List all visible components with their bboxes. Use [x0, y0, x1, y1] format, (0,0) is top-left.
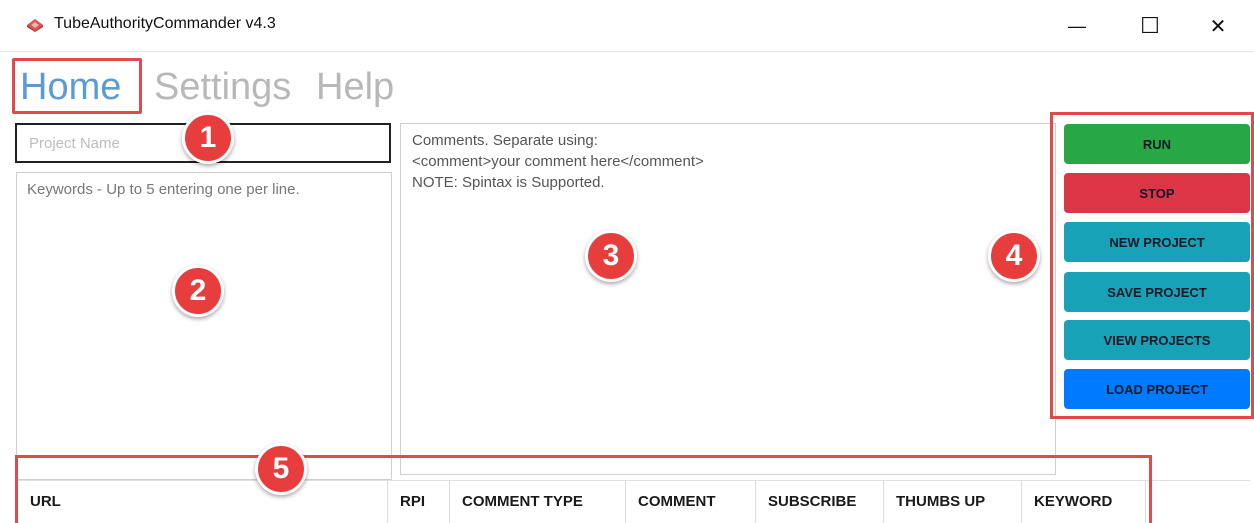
home-tab-highlight: [12, 58, 142, 114]
annotation-badge-2: 2: [172, 265, 224, 317]
load-project-button[interactable]: LOAD PROJECT: [1064, 369, 1250, 409]
new-project-button[interactable]: NEW PROJECT: [1064, 222, 1250, 262]
stop-button[interactable]: STOP: [1064, 173, 1250, 213]
minimize-icon: —: [1068, 15, 1086, 36]
annotation-badge-1: 1: [182, 112, 234, 164]
app-logo-icon: [27, 19, 43, 32]
run-button[interactable]: RUN: [1064, 124, 1250, 164]
annotation-badge-5: 5: [255, 443, 307, 495]
title-separator: [0, 51, 1254, 52]
annotation-badge-3: 3: [585, 230, 637, 282]
table-highlight: [15, 455, 1152, 523]
tab-settings[interactable]: Settings: [154, 64, 291, 110]
tab-help[interactable]: Help: [316, 64, 394, 110]
save-project-button[interactable]: SAVE PROJECT: [1064, 272, 1250, 312]
minimize-button[interactable]: —: [1057, 8, 1097, 44]
maximize-icon: ☐: [1140, 13, 1160, 38]
maximize-button[interactable]: ☐: [1130, 8, 1170, 44]
close-button[interactable]: ✕: [1198, 8, 1238, 44]
close-icon: ✕: [1209, 15, 1227, 38]
keywords-textarea[interactable]: [16, 172, 392, 480]
annotation-badge-4: 4: [988, 230, 1040, 282]
comments-textarea[interactable]: [400, 123, 1056, 475]
window-title: TubeAuthorityCommander v4.3: [54, 15, 276, 32]
view-projects-button[interactable]: VIEW PROJECTS: [1064, 320, 1250, 360]
